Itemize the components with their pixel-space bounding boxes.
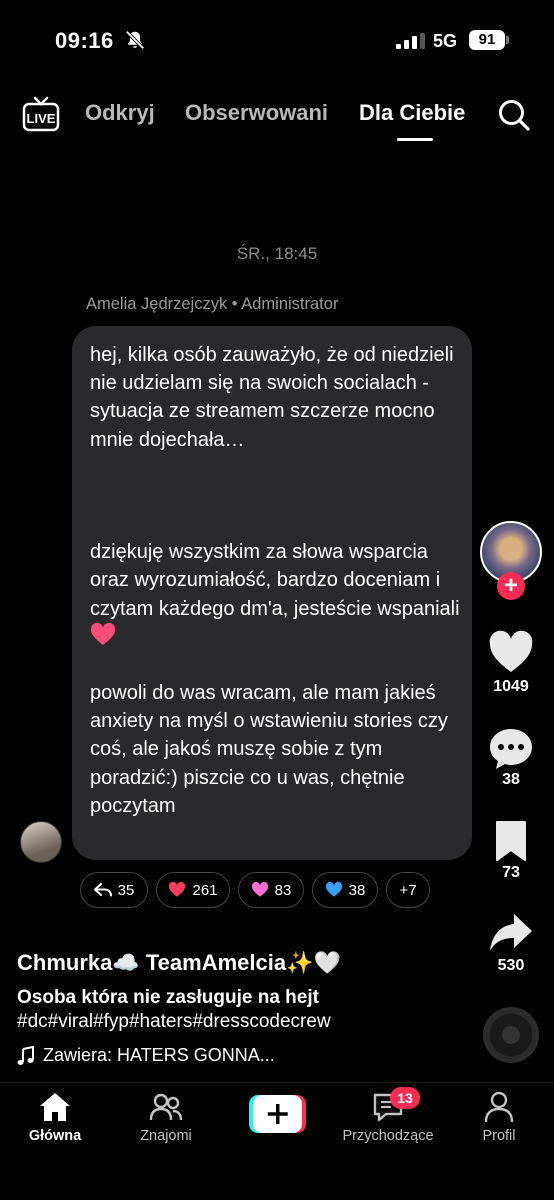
active-tab-indicator: [397, 138, 433, 141]
battery-level: 91: [469, 30, 505, 50]
battery-tip: [506, 36, 509, 44]
sender-avatar: [20, 821, 62, 863]
reaction-reply[interactable]: 35: [80, 872, 148, 908]
message-paragraph-2-wrap: dziękuję wszystkim za słowa wsparcia ora…: [90, 510, 470, 651]
reaction-count: 38: [348, 881, 366, 899]
comment-icon[interactable]: [488, 726, 534, 772]
reaction-more[interactable]: +7: [386, 872, 430, 908]
search-icon[interactable]: [497, 98, 531, 132]
status-time: 09:16: [55, 28, 114, 53]
home-icon: [40, 1093, 70, 1121]
message-paragraph-1: hej, kilka osób zauważyło, że od niedzie…: [90, 344, 454, 451]
reaction-count: 83: [274, 881, 292, 899]
like-count: 1049: [493, 678, 529, 695]
music-title: Zawiera: HATERS GONNA...: [43, 1045, 275, 1065]
reaction-blue-heart[interactable]: 38: [312, 872, 378, 908]
profile-icon: [484, 1091, 514, 1123]
comment-count: 38: [502, 771, 520, 788]
reaction-red-heart[interactable]: 261: [156, 872, 230, 908]
cellular-signal-icon: [396, 33, 425, 49]
author-name[interactable]: Chmurka☁️ TeamAmelcia✨🤍: [17, 950, 341, 976]
reaction-count: +7: [399, 881, 417, 899]
friends-icon: [149, 1093, 183, 1121]
nav-friends-label: Znajomi: [140, 1128, 192, 1144]
music-note-icon: [17, 1045, 34, 1065]
inbox-badge: 13: [390, 1087, 420, 1109]
pink-heart-icon: [251, 882, 268, 897]
sender-name: Amelia Jędrzejczyk • Administrator: [86, 295, 339, 313]
music-disc-icon[interactable]: [483, 1007, 539, 1063]
follow-button[interactable]: +: [497, 572, 525, 600]
pink-heart-emoji-icon: [90, 622, 116, 645]
message-paragraph-3: powoli do was wracam, ale mam jakieś anx…: [90, 682, 448, 817]
red-heart-icon: [169, 882, 186, 897]
caption-hashtags[interactable]: #dc#viral#fyp#haters#dresscodecrew: [17, 1011, 331, 1033]
save-count: 73: [502, 864, 520, 881]
nav-home-label: Główna: [28, 1128, 82, 1144]
network-type: 5G: [433, 31, 458, 51]
live-label: LIVE: [27, 111, 56, 126]
tab-for-you[interactable]: Dla Ciebie: [359, 100, 465, 126]
nav-home[interactable]: Główna: [0, 1090, 110, 1144]
reaction-count: 35: [117, 881, 135, 899]
tab-discover[interactable]: Odkryj: [85, 100, 155, 126]
nav-inbox[interactable]: Przychodzące: [333, 1090, 443, 1144]
message-paragraph-2: dziękuję wszystkim za słowa wsparcia ora…: [90, 541, 460, 620]
reaction-pink-heart[interactable]: 83: [238, 872, 304, 908]
music-info[interactable]: Zawiera: HATERS GONNA...: [17, 1045, 275, 1066]
live-tv-icon[interactable]: LIVE: [22, 96, 60, 132]
nav-profile-label: Profil: [482, 1128, 516, 1144]
nav-profile[interactable]: Profil: [444, 1090, 554, 1144]
nav-friends[interactable]: Znajomi: [111, 1090, 221, 1144]
bottom-nav-divider: [0, 1082, 554, 1083]
bookmark-icon[interactable]: [488, 818, 534, 864]
share-count: 530: [497, 957, 525, 974]
bell-muted-icon: [125, 30, 145, 50]
tab-following[interactable]: Obserwowani: [185, 100, 328, 126]
reaction-count: 261: [192, 881, 218, 899]
like-heart-icon[interactable]: [488, 630, 534, 676]
chat-timestamp: ŚR., 18:45: [236, 244, 318, 263]
reply-icon: [93, 883, 112, 897]
blue-heart-icon: [325, 882, 342, 897]
caption-title: Osoba która nie zasługuje na hejt: [17, 987, 319, 1008]
share-arrow-icon[interactable]: [488, 910, 534, 956]
nav-inbox-label: Przychodzące: [342, 1128, 434, 1144]
create-plus-icon[interactable]: [249, 1095, 306, 1133]
